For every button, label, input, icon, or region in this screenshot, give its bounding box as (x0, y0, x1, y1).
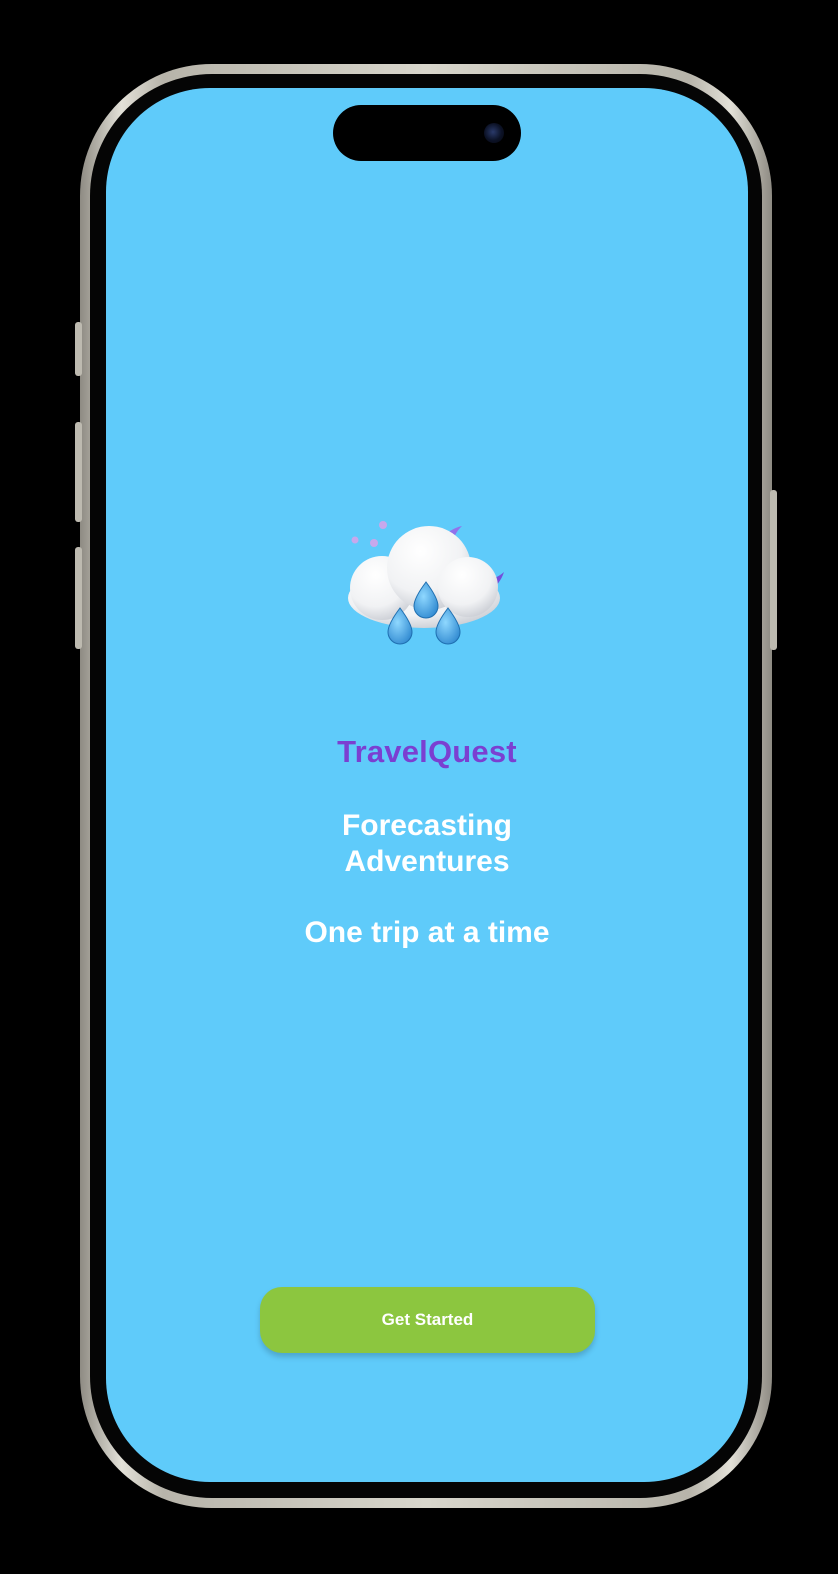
tagline: Forecasting Adventures (106, 808, 748, 880)
tagline-line-2: Adventures (344, 845, 510, 878)
subtitle: One trip at a time (304, 916, 550, 949)
volume-down-button (75, 547, 82, 649)
action-button (75, 322, 82, 376)
get-started-button[interactable]: Get Started (260, 1287, 595, 1353)
app-title: TravelQuest (337, 734, 517, 769)
volume-up-button (75, 422, 82, 522)
screen: TravelQuest Forecasting Adventures One t… (106, 88, 748, 1482)
dynamic-island (333, 105, 521, 161)
cloud-rain-moon-icon (348, 521, 504, 645)
power-button (770, 490, 777, 650)
camera-lens (484, 123, 504, 143)
tagline-line-1: Forecasting (341, 809, 513, 842)
